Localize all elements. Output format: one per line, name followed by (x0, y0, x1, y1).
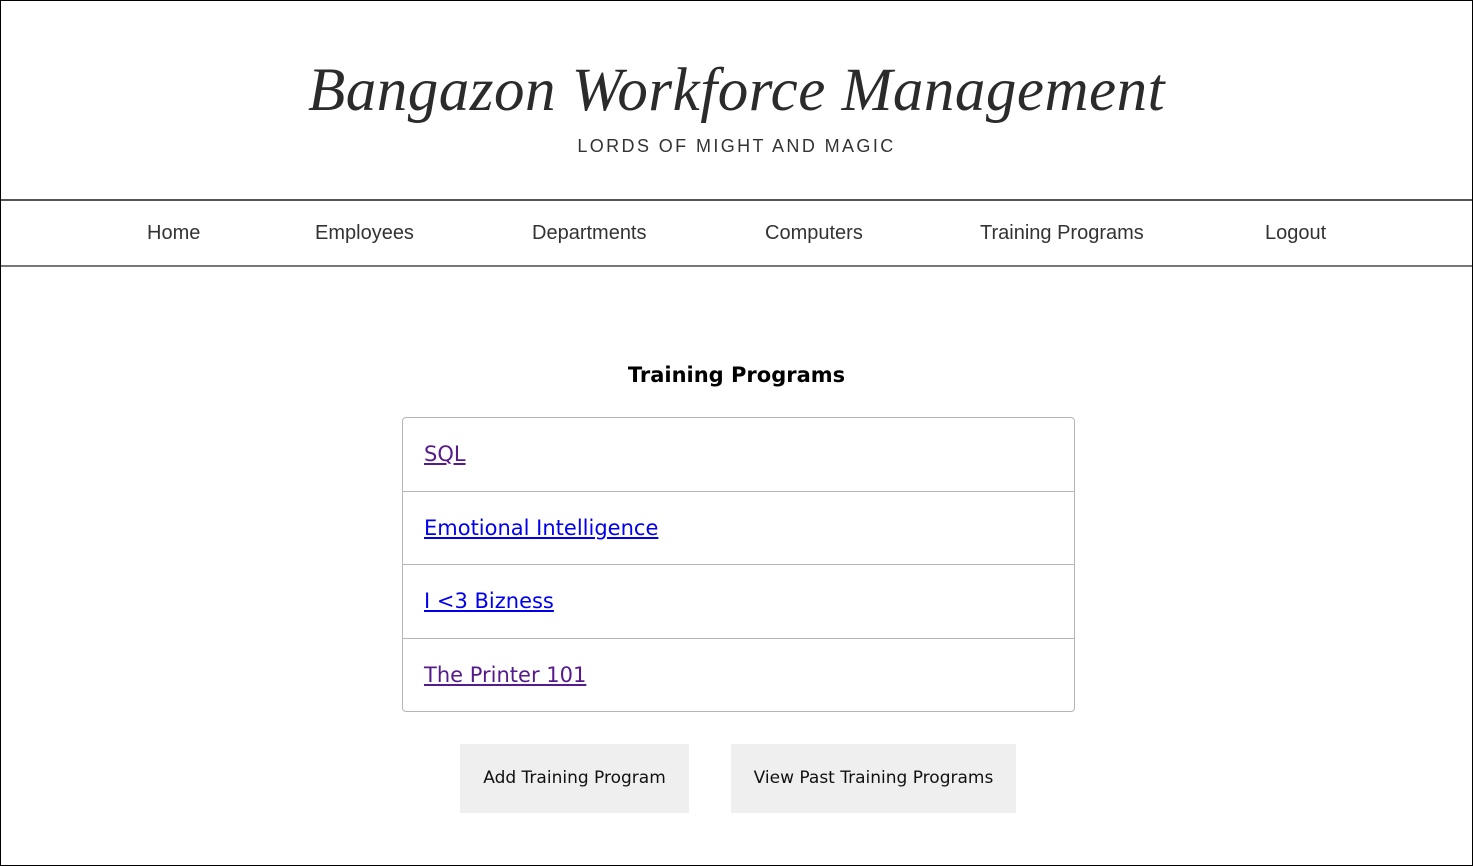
site-header: Bangazon Workforce Management LORDS OF M… (1, 1, 1472, 199)
nav-item-logout[interactable]: Logout (1265, 221, 1326, 245)
training-program-link[interactable]: SQL (424, 440, 466, 468)
training-program-link[interactable]: The Printer 101 (424, 661, 586, 689)
site-subtitle: LORDS OF MIGHT AND MAGIC (577, 136, 896, 156)
nav-item-departments[interactable]: Departments (532, 221, 647, 245)
list-item: Emotional Intelligence (403, 492, 1074, 565)
list-item: SQL (403, 418, 1074, 492)
list-item: I <3 Bizness (403, 565, 1074, 639)
training-program-link[interactable]: I <3 Bizness (424, 587, 554, 615)
nav-item-computers[interactable]: Computers (765, 221, 863, 245)
page-title: Training Programs (627, 363, 846, 387)
nav-item-home[interactable]: Home (147, 221, 200, 245)
main-nav: Home Employees Departments Computers Tra… (1, 199, 1472, 267)
page-frame: Bangazon Workforce Management LORDS OF M… (0, 0, 1473, 866)
nav-item-training-programs[interactable]: Training Programs (980, 221, 1144, 245)
site-title: Bangazon Workforce Management (307, 57, 1166, 124)
add-training-program-button[interactable]: Add Training Program (460, 744, 689, 813)
nav-item-employees[interactable]: Employees (315, 221, 414, 245)
list-item: The Printer 101 (403, 639, 1074, 712)
training-program-list: SQL Emotional Intelligence I <3 Bizness … (402, 417, 1075, 712)
training-program-link[interactable]: Emotional Intelligence (424, 514, 658, 542)
view-past-training-programs-button[interactable]: View Past Training Programs (731, 744, 1016, 813)
